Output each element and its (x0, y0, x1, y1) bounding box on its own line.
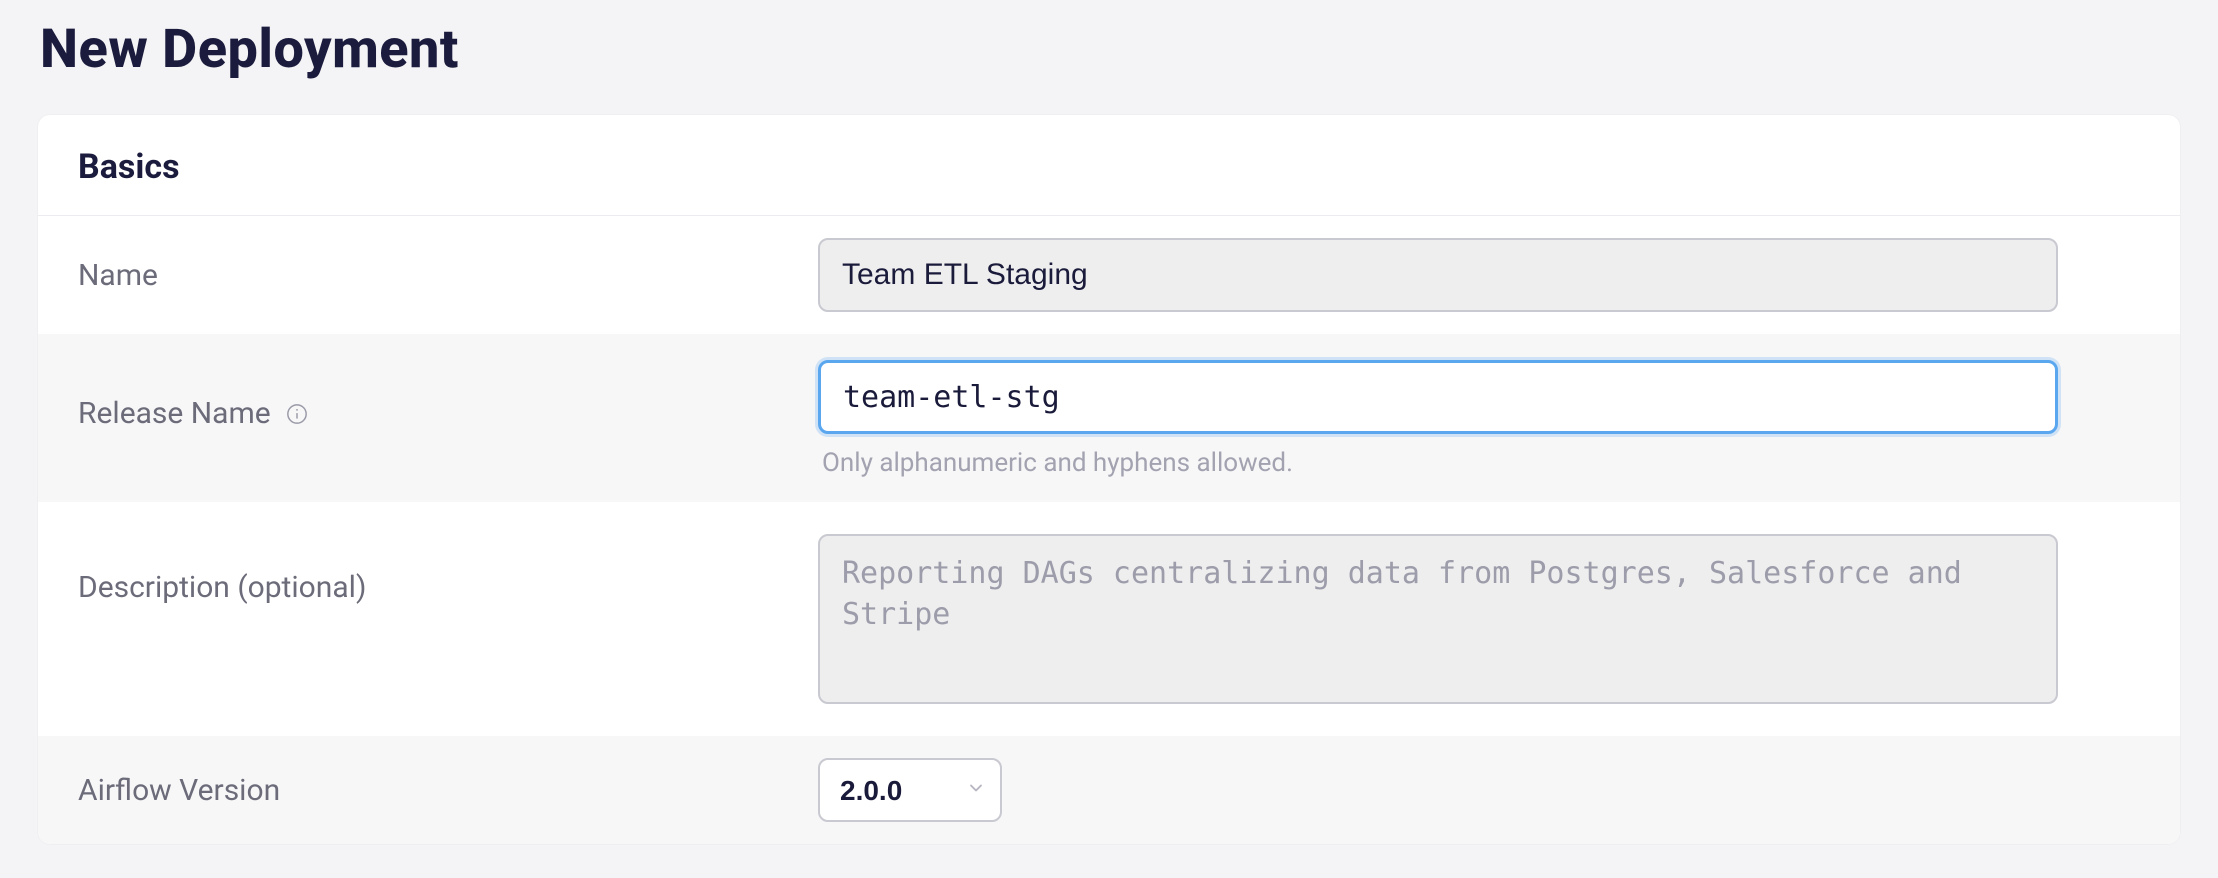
basics-card: Basics Name Release Name (38, 115, 2180, 844)
page-title: New Deployment (38, 0, 2180, 115)
release-name-label: Release Name (78, 396, 271, 431)
airflow-version-select[interactable]: 2.0.0 (818, 758, 1002, 822)
row-release-name: Release Name Only alphanumeric and hyphe… (38, 334, 2180, 502)
description-label: Description (optional) (78, 570, 366, 605)
row-name: Name (38, 216, 2180, 334)
basics-heading: Basics (38, 115, 2180, 216)
description-textarea[interactable] (818, 534, 2058, 704)
release-name-input[interactable] (818, 360, 2058, 434)
info-icon[interactable] (285, 402, 309, 426)
airflow-version-label: Airflow Version (78, 773, 280, 808)
name-input[interactable] (818, 238, 2058, 312)
name-label: Name (78, 258, 158, 293)
row-airflow-version: Airflow Version 2.0.0 (38, 736, 2180, 844)
release-name-helper: Only alphanumeric and hyphens allowed. (818, 448, 2140, 478)
row-description: Description (optional) (38, 502, 2180, 736)
